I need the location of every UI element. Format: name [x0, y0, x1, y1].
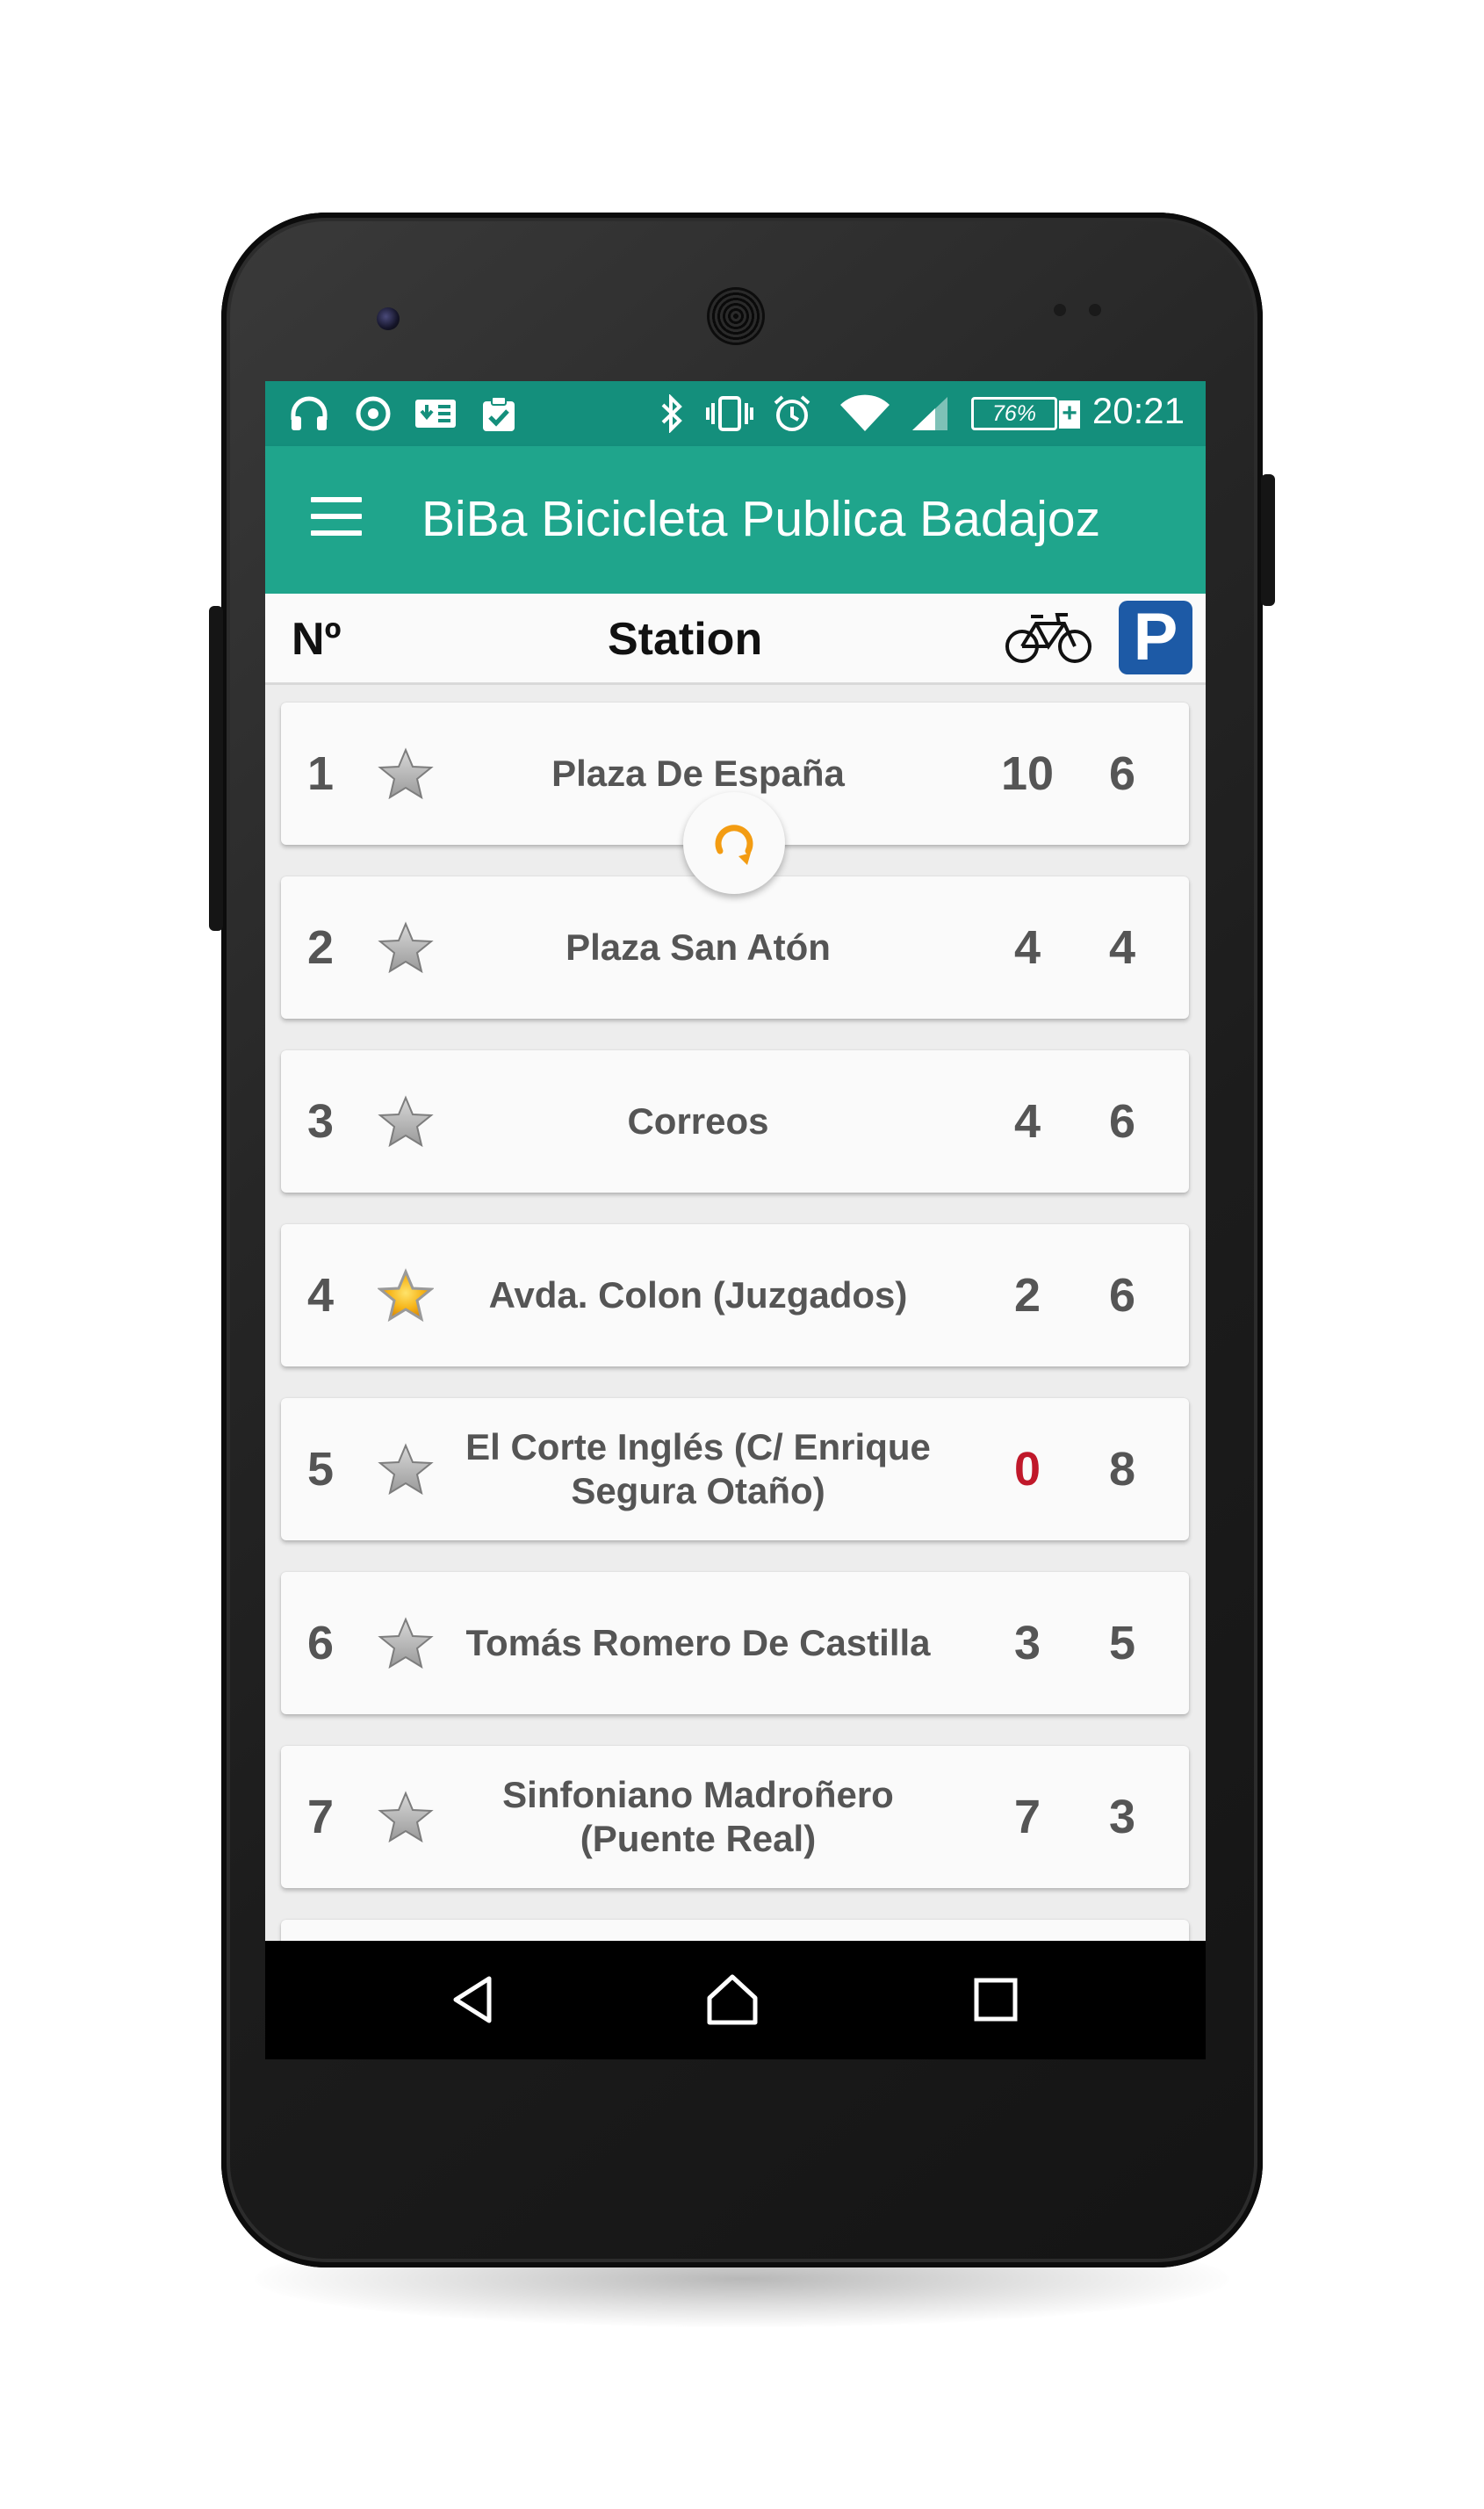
station-number: 4 — [307, 1269, 335, 1322]
charging-plus: + — [1059, 400, 1080, 429]
station-name: Sinfoniano Madroñero (Puente Real) — [502, 1773, 894, 1859]
station-name: El Corte Inglés (C/ Enrique Segura Otaño… — [465, 1425, 931, 1511]
refresh-icon — [715, 825, 753, 865]
available-bikes: 0 — [1013, 1443, 1041, 1496]
station-card[interactable]: 3 Correos 4 6 — [281, 1050, 1189, 1193]
star-outline-icon[interactable] — [378, 1616, 434, 1672]
download-icon — [413, 395, 458, 432]
available-slots: 6 — [1108, 747, 1136, 800]
status-bar: 76% + 20:21 — [265, 381, 1206, 446]
station-name: Correos — [627, 1099, 769, 1142]
power-button — [1261, 474, 1275, 606]
app-bar: BiBa Bicicleta Publica Badajoz — [265, 446, 1206, 594]
refresh-spinner[interactable] — [683, 792, 785, 894]
status-time: 20:21 — [1091, 390, 1185, 431]
list-header: Nº Station P — [265, 594, 1206, 685]
recents-icon[interactable] — [968, 1972, 1024, 2028]
front-camera — [377, 307, 400, 330]
hamburger-menu-icon[interactable] — [311, 497, 362, 536]
station-card[interactable]: 2 Plaza San Atón 4 4 — [281, 876, 1189, 1019]
available-bikes: 2 — [1013, 1269, 1041, 1322]
available-slots: 8 — [1108, 1443, 1136, 1496]
station-card[interactable]: 5 El Corte Inglés (C/ Enrique Segura Ota… — [281, 1398, 1189, 1540]
parking-icon: P — [1119, 601, 1192, 674]
available-slots: 5 — [1108, 1617, 1136, 1669]
wifi-icon — [838, 394, 892, 432]
station-name: Tomás Romero De Castilla — [465, 1621, 931, 1663]
earpiece-speaker — [710, 290, 762, 342]
station-card[interactable]: 7 Sinfoniano Madroñero (Puente Real) 7 3 — [281, 1746, 1189, 1888]
home-icon[interactable] — [704, 1972, 760, 2028]
station-number: 6 — [307, 1617, 335, 1669]
header-station: Station — [608, 614, 763, 665]
vibrate-icon — [704, 395, 755, 432]
available-slots: 3 — [1108, 1791, 1136, 1843]
station-number: 1 — [307, 747, 335, 800]
header-number: Nº — [292, 614, 342, 665]
signal-icon — [908, 395, 952, 432]
available-bikes: 10 — [1000, 747, 1055, 800]
available-slots: 6 — [1108, 1095, 1136, 1148]
available-slots: 4 — [1108, 921, 1136, 974]
available-bikes: 3 — [1013, 1617, 1041, 1669]
app-title: BiBa Bicicleta Publica Badajoz — [421, 491, 1101, 547]
clipboard-check-icon — [478, 395, 520, 432]
volume-button — [209, 606, 223, 931]
available-slots: 6 — [1108, 1269, 1136, 1322]
star-filled-icon[interactable] — [377, 1268, 435, 1324]
light-sensor — [1089, 304, 1101, 316]
star-outline-icon[interactable] — [378, 1094, 434, 1150]
station-card[interactable]: 4 Avda. Colon (Juzgados) 2 6 — [281, 1224, 1189, 1366]
station-number: 2 — [307, 921, 335, 974]
back-icon[interactable] — [445, 1972, 501, 2028]
station-card[interactable]: 6 Tomás Romero De Castilla 3 5 — [281, 1572, 1189, 1714]
app-screen: 76% + 20:21 BiBa Bicicleta Publica Badaj… — [265, 381, 1206, 2059]
alarm-icon — [771, 395, 813, 432]
station-number: 5 — [307, 1443, 335, 1496]
available-bikes: 4 — [1013, 921, 1041, 974]
star-outline-icon[interactable] — [378, 746, 434, 803]
bluetooth-icon — [657, 394, 687, 433]
station-name: Avda. Colon (Juzgados) — [488, 1273, 908, 1316]
proximity-sensor — [1054, 304, 1066, 316]
available-bikes: 7 — [1013, 1791, 1041, 1843]
battery-percent: 76% — [991, 400, 1037, 426]
station-number: 3 — [307, 1095, 335, 1148]
navigation-bar — [265, 1941, 1206, 2059]
star-outline-icon[interactable] — [378, 1790, 434, 1846]
station-number: 7 — [307, 1791, 335, 1843]
star-outline-icon[interactable] — [378, 920, 434, 977]
battery-icon: 76% — [971, 397, 1057, 430]
star-outline-icon[interactable] — [378, 1442, 434, 1498]
station-name: Plaza San Atón — [566, 926, 831, 968]
available-bikes: 4 — [1013, 1095, 1041, 1148]
headphones-icon — [288, 395, 330, 432]
sync-circle-icon — [353, 395, 393, 432]
bicycle-icon — [1005, 609, 1092, 670]
